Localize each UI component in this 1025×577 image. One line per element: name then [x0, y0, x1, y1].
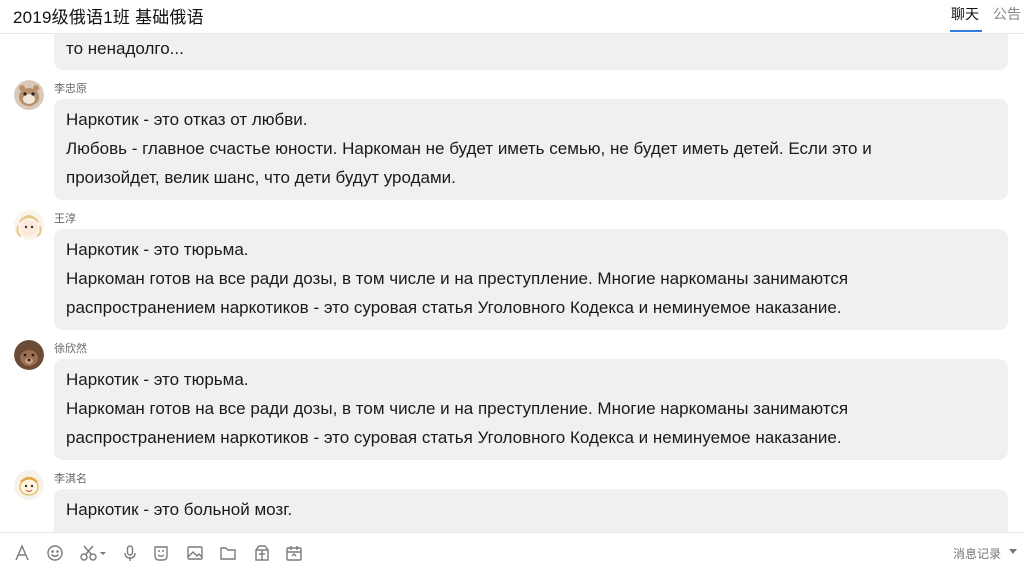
avatar-bear-icon	[14, 340, 44, 370]
avatar-cartoon-girl-icon	[14, 210, 44, 240]
input-toolbar: 消息记录	[0, 532, 1025, 577]
message-line: Наркоман готов на все ради дозы, в том ч…	[66, 269, 849, 288]
image-icon[interactable]	[184, 542, 206, 564]
message-line: Наркотик - это тюрьма.	[66, 370, 249, 389]
sender-name[interactable]: 李淇名	[54, 470, 87, 486]
tab-announcement-label: 公告	[993, 6, 1021, 22]
screenshot-scissors-icon[interactable]	[78, 542, 108, 564]
message-line: Наркотик - это отказ от любви.	[66, 110, 308, 129]
message-bubble[interactable]: Наркотик - это отказ от любви. Любовь - …	[54, 99, 1008, 200]
avatar-hamster-icon	[14, 80, 44, 110]
message-list[interactable]: то ненадолго... 李忠原 Наркотик - это отказ…	[0, 34, 1025, 532]
chevron-down-icon[interactable]	[1009, 549, 1017, 554]
group-title: 2019级俄语1班 基础俄语	[13, 8, 204, 27]
message-line: произойдет, велик шанс, что дети будут у…	[66, 168, 456, 187]
message-bubble[interactable]: Наркотик - это больной мозг.	[54, 489, 1008, 532]
chat-header: 2019级俄语1班 基础俄语 聊天 公告	[0, 0, 1025, 34]
avatar-cartoon-icon	[14, 470, 44, 500]
message-bubble[interactable]: Наркотик - это тюрьма. Наркоман готов на…	[54, 229, 1008, 330]
emoji-icon[interactable]	[44, 542, 66, 564]
voice-icon[interactable]	[119, 542, 141, 564]
tab-announcement[interactable]: 公告	[993, 4, 1021, 33]
message-line: распространением наркотиков - это сурова…	[66, 298, 842, 317]
sticker-icon[interactable]	[150, 542, 172, 564]
message-bubble[interactable]: Наркотик - это тюрьма. Наркоман готов на…	[54, 359, 1008, 460]
sender-name[interactable]: 李忠原	[54, 80, 87, 96]
avatar[interactable]	[14, 210, 44, 240]
folder-icon[interactable]	[217, 542, 239, 564]
sender-name[interactable]: 徐欣然	[54, 340, 87, 356]
message-line: Любовь - главное счастье юности. Наркома…	[66, 139, 872, 158]
avatar[interactable]	[14, 470, 44, 500]
message-history-button[interactable]: 消息记录	[953, 545, 1001, 562]
gift-icon[interactable]	[251, 542, 273, 564]
message-line: Наркотик - это больной мозг.	[66, 500, 293, 519]
tab-chat[interactable]: 聊天	[950, 4, 982, 33]
tab-chat-label: 聊天	[951, 6, 979, 22]
sender-name[interactable]: 王淳	[54, 210, 76, 226]
message-line: то ненадолго...	[66, 39, 184, 58]
message-line: Наркоман готов на все ради дозы, в том ч…	[66, 399, 849, 418]
message-line: Наркотик - это тюрьма.	[66, 240, 249, 259]
font-icon[interactable]	[11, 542, 33, 564]
message-line: распространением наркотиков - это сурова…	[66, 428, 842, 447]
avatar[interactable]	[14, 340, 44, 370]
message-bubble[interactable]: то ненадолго...	[54, 34, 1008, 70]
avatar[interactable]	[14, 80, 44, 110]
active-tab-indicator	[950, 30, 982, 32]
calendar-icon[interactable]	[283, 542, 305, 564]
